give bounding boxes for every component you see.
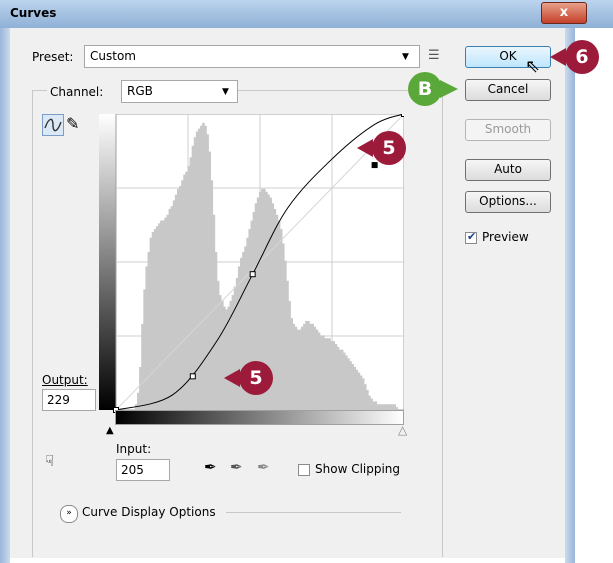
input-field[interactable]: 205 <box>116 459 170 481</box>
on-image-adjust-hand-icon[interactable]: ☟ <box>45 452 54 470</box>
control-point[interactable] <box>401 114 405 117</box>
channel-value: RGB <box>127 84 153 98</box>
curve-tool-icon[interactable] <box>42 114 64 136</box>
window-title: Curves <box>10 6 57 20</box>
close-button[interactable]: x <box>541 2 587 24</box>
window-frame-left <box>0 28 10 563</box>
black-point-slider-icon[interactable]: ▲ <box>106 425 114 436</box>
callout-badge-5-upper: 5 <box>372 131 406 165</box>
pencil-tool-icon[interactable]: ✎ <box>66 114 79 133</box>
separator <box>226 512 401 513</box>
show-clipping-label: Show Clipping <box>315 462 401 476</box>
output-label: Output: <box>42 373 88 387</box>
callout-5-upper-arrow <box>357 139 373 157</box>
control-point[interactable] <box>249 271 256 278</box>
output-gradient-bar <box>99 114 116 410</box>
white-point-slider-icon[interactable]: △ <box>398 423 407 437</box>
show-clipping-checkbox[interactable] <box>298 464 310 476</box>
mouse-cursor-icon: ⇖ <box>525 56 541 77</box>
callout-badge-b: B <box>408 72 442 106</box>
callout-badge-5-lower: 5 <box>239 361 273 395</box>
selected-control-point[interactable] <box>371 162 378 169</box>
white-eyedropper-icon[interactable]: ✒ <box>257 458 270 476</box>
expand-chevron-icon[interactable]: » <box>60 505 78 523</box>
gray-eyedropper-icon[interactable]: ✒ <box>230 458 243 476</box>
input-gradient-bar <box>115 410 404 425</box>
smooth-button[interactable]: Smooth <box>465 119 551 141</box>
input-label: Input: <box>116 442 152 456</box>
callout-badge-6: 6 <box>565 40 599 74</box>
auto-button[interactable]: Auto <box>465 159 551 181</box>
channel-select[interactable]: RGB ▼ <box>121 80 238 103</box>
preset-label-text: Preset: <box>32 50 74 64</box>
output-value: 229 <box>47 393 70 407</box>
control-point[interactable] <box>189 373 196 380</box>
output-field[interactable]: 229 <box>42 389 96 411</box>
curve-display-options-label[interactable]: Curve Display Options <box>82 505 216 519</box>
input-value: 205 <box>121 463 144 477</box>
cancel-button[interactable]: Cancel <box>465 79 551 101</box>
preset-select[interactable]: Custom ▼ <box>84 45 420 68</box>
window-frame-right <box>565 28 575 563</box>
callout-6-arrow <box>550 48 566 66</box>
callout-5-lower-arrow <box>224 369 240 387</box>
callout-b-arrow <box>440 80 458 98</box>
chevron-down-icon: ▼ <box>222 87 229 97</box>
black-eyedropper-icon[interactable]: ✒ <box>204 458 217 476</box>
curve-wave-icon <box>44 118 62 132</box>
preset-options-icon[interactable]: ☰ <box>428 48 440 63</box>
preset-label: Preset: <box>32 50 73 64</box>
chevron-down-icon: ▼ <box>402 52 409 62</box>
title-bar[interactable] <box>0 0 613 28</box>
options-button[interactable]: Options... <box>465 191 551 213</box>
curves-dialog: Curves x Preset: Custom ▼ ☰ Channel: RGB… <box>0 0 613 563</box>
preset-value: Custom <box>90 49 136 63</box>
preview-label: Preview <box>482 230 529 244</box>
channel-label: Channel: <box>50 85 104 99</box>
preview-checkbox[interactable]: ✔ <box>465 230 477 244</box>
checkmark-icon: ✔ <box>467 230 477 243</box>
